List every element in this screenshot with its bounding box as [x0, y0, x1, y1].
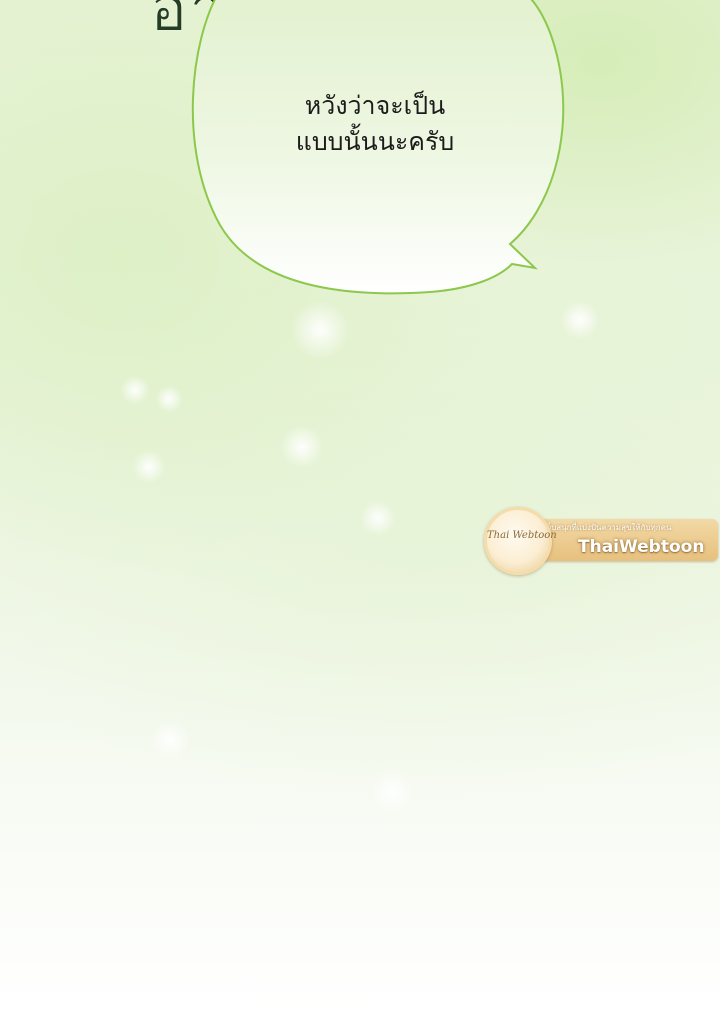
- sparkle: [150, 720, 190, 760]
- comic-panel: อาอา หวังว่าจะเป็น แบบนั้นนะครับ เว็บสนุ…: [0, 0, 720, 1010]
- dialogue-line-1: หวังว่าจะเป็น: [304, 91, 446, 120]
- watermark-name: ThaiWebtoon: [578, 537, 705, 557]
- sparkle: [132, 450, 166, 484]
- watermark-tagline: เว็บสนุกที่แบ่งปันความสุขให้กับทุกคน: [544, 523, 672, 532]
- watermark-logo-icon: Thai Webtoon: [484, 507, 557, 575]
- watermark-logo-text: Thai Webtoon: [487, 530, 557, 541]
- sparkle: [370, 770, 414, 814]
- sparkle: [155, 385, 183, 413]
- sparkle: [280, 425, 324, 469]
- sparkle: [360, 500, 396, 536]
- site-watermark: เว็บสนุกที่แบ่งปันความสุขให้กับทุกคน Tha…: [474, 507, 720, 575]
- speech-bubble-text: หวังว่าจะเป็น แบบนั้นนะครับ: [240, 88, 510, 161]
- dialogue-line-2: แบบนั้นนะครับ: [295, 127, 455, 157]
- sparkle: [120, 375, 150, 405]
